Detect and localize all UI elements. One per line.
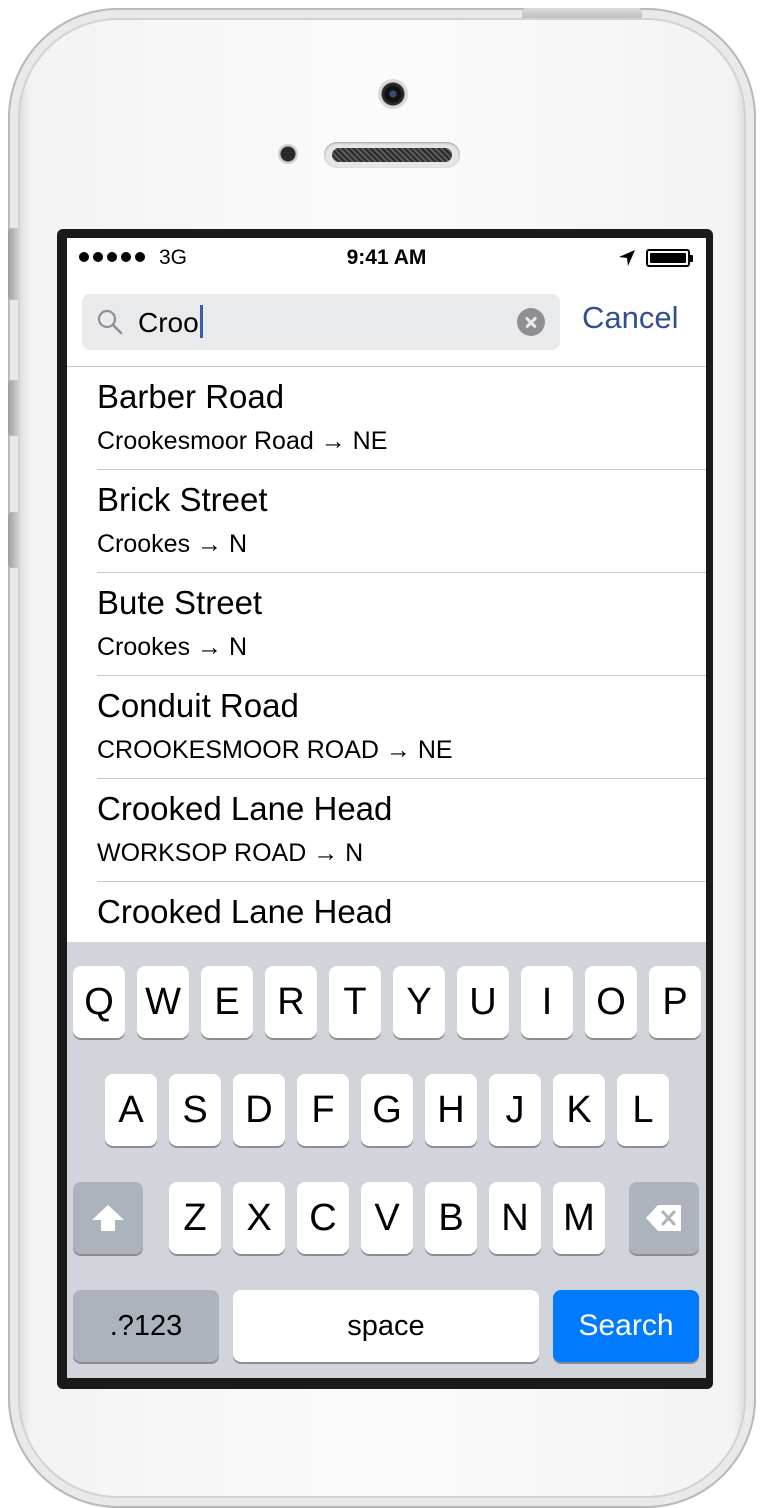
- text-cursor: [199, 305, 203, 338]
- result-subtitle: WORKSOP ROAD → N: [97, 839, 364, 867]
- key-v[interactable]: V: [361, 1182, 413, 1254]
- results-list: Barber Road Crookesmoor Road → NE Brick …: [67, 367, 706, 985]
- numbers-key[interactable]: .?123: [73, 1290, 219, 1362]
- key-d[interactable]: D: [233, 1074, 285, 1146]
- clear-icon[interactable]: [517, 308, 545, 336]
- result-subtitle: Crookes → N: [97, 530, 248, 558]
- result-subtitle: Crookes → N: [97, 633, 248, 661]
- earpiece-speaker: [324, 142, 460, 168]
- key-o[interactable]: O: [585, 966, 637, 1038]
- key-s[interactable]: S: [169, 1074, 221, 1146]
- result-title: Barber Road: [97, 378, 285, 415]
- power-button: [522, 8, 642, 18]
- shift-key[interactable]: [73, 1182, 143, 1254]
- key-t[interactable]: T: [329, 966, 381, 1038]
- key-f[interactable]: F: [297, 1074, 349, 1146]
- key-w[interactable]: W: [137, 966, 189, 1038]
- battery-icon: [646, 249, 693, 267]
- result-title: Bute Street: [97, 584, 263, 621]
- list-item[interactable]: Bute Street Crookes → N: [97, 573, 706, 676]
- list-item[interactable]: Barber Road Crookesmoor Road → NE: [97, 367, 706, 470]
- key-p[interactable]: P: [649, 966, 701, 1038]
- result-title: Crooked Lane Head: [97, 790, 393, 827]
- list-item[interactable]: Brick Street Crookes → N: [97, 470, 706, 573]
- screen: 3G 9:41 AM Croo Cancel Barber Road Crook…: [67, 238, 706, 1378]
- key-r[interactable]: R: [265, 966, 317, 1038]
- key-i[interactable]: I: [521, 966, 573, 1038]
- volume-up-button: [8, 380, 18, 436]
- volume-down-button: [8, 512, 18, 568]
- result-title: Crooked Lane Head: [97, 893, 393, 930]
- search-input[interactable]: Croo: [82, 294, 560, 350]
- key-c[interactable]: C: [297, 1182, 349, 1254]
- shift-arrow-icon: [92, 1205, 124, 1231]
- key-q[interactable]: Q: [73, 966, 125, 1038]
- key-n[interactable]: N: [489, 1182, 541, 1254]
- key-y[interactable]: Y: [393, 966, 445, 1038]
- front-camera: [378, 79, 408, 109]
- result-subtitle: CROOKESMOOR ROAD → NE: [97, 736, 453, 764]
- key-b[interactable]: B: [425, 1182, 477, 1254]
- key-m[interactable]: M: [553, 1182, 605, 1254]
- result-title: Brick Street: [97, 481, 268, 518]
- search-bar: Croo Cancel: [67, 282, 706, 367]
- key-l[interactable]: L: [617, 1074, 669, 1146]
- list-item[interactable]: Conduit Road CROOKESMOOR ROAD → NE: [97, 676, 706, 779]
- search-key[interactable]: Search: [553, 1290, 699, 1362]
- search-input-text[interactable]: Croo: [138, 305, 203, 339]
- key-a[interactable]: A: [105, 1074, 157, 1146]
- location-arrow-icon: [619, 250, 635, 266]
- status-bar: 3G 9:41 AM: [67, 238, 706, 282]
- key-j[interactable]: J: [489, 1074, 541, 1146]
- proximity-sensor: [278, 144, 298, 164]
- key-g[interactable]: G: [361, 1074, 413, 1146]
- status-time: 9:41 AM: [346, 246, 427, 269]
- keyboard: Q W E R T Y U I O P A S D F G H J K L Z …: [67, 942, 706, 1378]
- key-u[interactable]: U: [457, 966, 509, 1038]
- backspace-icon: [646, 1205, 681, 1231]
- space-key[interactable]: space: [233, 1290, 539, 1362]
- list-item[interactable]: Crooked Lane Head WORKSOP ROAD → N: [97, 779, 706, 882]
- result-subtitle: Crookesmoor Road → NE: [97, 427, 388, 455]
- key-x[interactable]: X: [233, 1182, 285, 1254]
- key-z[interactable]: Z: [169, 1182, 221, 1254]
- key-h[interactable]: H: [425, 1074, 477, 1146]
- cancel-button[interactable]: Cancel: [582, 300, 679, 336]
- mute-switch: [8, 228, 18, 300]
- delete-key[interactable]: [629, 1182, 699, 1254]
- key-e[interactable]: E: [201, 966, 253, 1038]
- key-k[interactable]: K: [553, 1074, 605, 1146]
- search-icon: [97, 309, 123, 335]
- result-title: Conduit Road: [97, 687, 299, 724]
